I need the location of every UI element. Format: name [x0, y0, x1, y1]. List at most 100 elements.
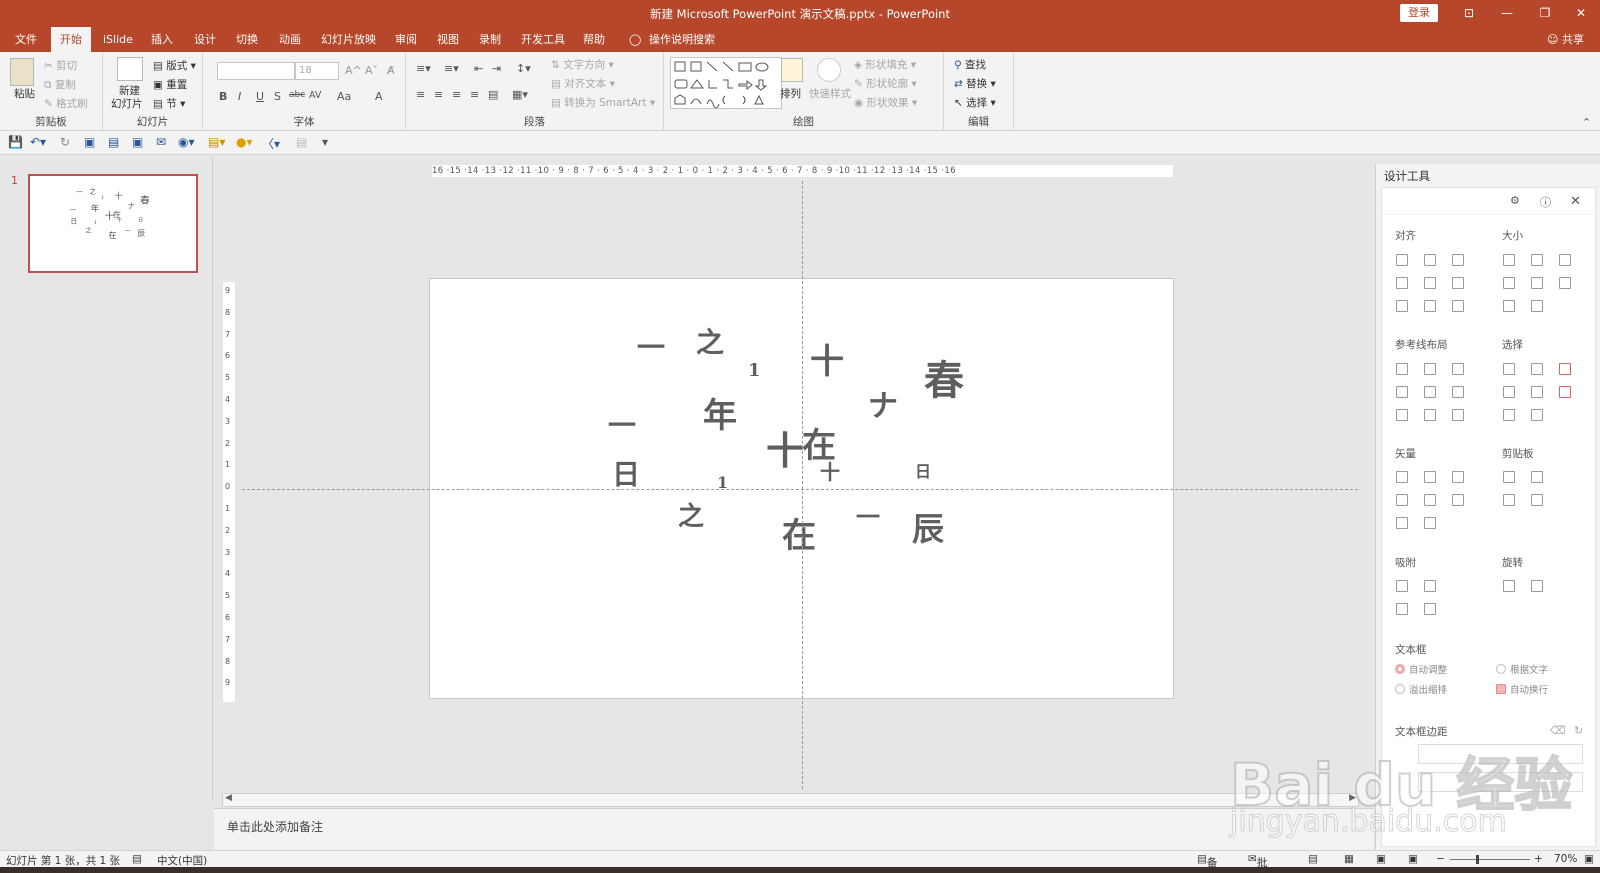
- design-tool-icon[interactable]: [1424, 363, 1436, 375]
- print-preview-icon[interactable]: ▤: [108, 135, 119, 149]
- design-tool-icon[interactable]: [1396, 363, 1408, 375]
- align-center-icon[interactable]: ≡: [434, 88, 443, 101]
- char-spacing-button[interactable]: AV: [309, 90, 321, 101]
- text-direction-button[interactable]: ⇅ 文字方向 ▾: [551, 57, 614, 72]
- tab-record[interactable]: 录制: [470, 27, 510, 52]
- normal-view-icon[interactable]: ▤: [1308, 853, 1318, 865]
- font-color-button[interactable]: A: [375, 90, 383, 103]
- notes-pane[interactable]: 单击此处添加备注: [214, 808, 1374, 850]
- design-tool-icon[interactable]: [1531, 471, 1543, 483]
- align-tool-icon[interactable]: ▤▾: [208, 135, 225, 149]
- quick-styles-button[interactable]: 快速样式: [809, 86, 851, 101]
- distributed-icon[interactable]: ▤: [488, 88, 498, 101]
- line-spacing-icon[interactable]: ↕▾: [516, 62, 531, 75]
- design-tool-icon[interactable]: [1452, 363, 1464, 375]
- increase-indent-icon[interactable]: ⇥: [492, 62, 501, 75]
- reading-view-icon[interactable]: ▣: [1376, 853, 1386, 865]
- design-tool-icon[interactable]: [1503, 409, 1515, 421]
- numbering-icon[interactable]: ≡▾: [444, 62, 459, 75]
- horizontal-scrollbar[interactable]: ◀ ▶: [222, 793, 1359, 807]
- design-tool-icon[interactable]: [1559, 277, 1571, 289]
- zoom-out-icon[interactable]: −: [1436, 853, 1445, 865]
- color-dot-icon[interactable]: ●▾: [236, 135, 253, 149]
- horizontal-guide[interactable]: [242, 489, 1358, 490]
- overflow-shrink-radio[interactable]: 溢出缩排: [1395, 682, 1447, 696]
- paste-button[interactable]: 粘贴: [14, 86, 35, 101]
- design-tool-icon[interactable]: [1452, 409, 1464, 421]
- refresh-icon[interactable]: ↻: [1574, 724, 1583, 737]
- design-tool-icon[interactable]: [1396, 277, 1408, 289]
- zoom-level[interactable]: 70%: [1554, 853, 1577, 865]
- slide-character[interactable]: 在: [802, 429, 836, 463]
- undo-icon[interactable]: ↶▾: [30, 135, 46, 149]
- tab-home[interactable]: 开始: [51, 27, 91, 52]
- tab-insert[interactable]: 插入: [142, 27, 182, 52]
- design-tool-icon[interactable]: [1424, 603, 1436, 615]
- slide-thumbnail[interactable]: 一之1十春一年ナ十在日1十日之在一辰: [28, 174, 198, 273]
- design-tool-icon[interactable]: [1424, 517, 1436, 529]
- underline-button[interactable]: U: [256, 90, 264, 103]
- design-tool-icon[interactable]: [1531, 363, 1543, 375]
- format-painter-button[interactable]: ✎ 格式刷: [44, 96, 88, 111]
- shape-fill-button[interactable]: ◈ 形状填充 ▾: [854, 57, 916, 72]
- columns-icon[interactable]: ▦▾: [512, 88, 528, 101]
- collapse-ribbon-icon[interactable]: ⌃: [1582, 116, 1591, 129]
- design-tool-icon[interactable]: [1452, 386, 1464, 398]
- design-tool-icon[interactable]: [1396, 603, 1408, 615]
- smartart-button[interactable]: ▤ 转换为 SmartArt ▾: [551, 95, 655, 110]
- auto-fit-radio[interactable]: 自动调整: [1395, 662, 1447, 676]
- tab-islide[interactable]: iSlide: [94, 27, 142, 52]
- slide-character[interactable]: 1: [748, 362, 761, 380]
- arrange-icon[interactable]: [781, 58, 803, 82]
- login-button[interactable]: 登录: [1400, 4, 1438, 22]
- slide-character[interactable]: 年: [703, 399, 737, 433]
- slide-character[interactable]: 十: [810, 345, 844, 379]
- new-slide-icon[interactable]: [117, 57, 143, 81]
- strikethrough-button[interactable]: abc: [289, 90, 305, 100]
- design-tool-icon[interactable]: [1531, 580, 1543, 592]
- design-tool-icon[interactable]: [1531, 409, 1543, 421]
- decrease-font-icon[interactable]: Aˇ: [365, 64, 378, 77]
- panel-close-icon[interactable]: ✕: [1570, 194, 1581, 209]
- design-tool-icon[interactable]: [1559, 386, 1571, 398]
- design-tool-icon[interactable]: [1396, 494, 1408, 506]
- slide-character[interactable]: 十: [766, 432, 804, 470]
- align-left-icon[interactable]: ≡: [416, 88, 425, 101]
- font-size-combo[interactable]: 18: [295, 62, 339, 80]
- ribbon-display-options-icon[interactable]: ⊡: [1454, 3, 1484, 23]
- vertical-guide[interactable]: [802, 181, 803, 789]
- design-tool-icon[interactable]: [1424, 277, 1436, 289]
- shape-outline-button[interactable]: ✎ 形状轮廓 ▾: [854, 76, 917, 91]
- slide-character[interactable]: 一: [637, 334, 665, 362]
- bold-button[interactable]: B: [219, 90, 227, 103]
- zoom-slider-thumb[interactable]: [1476, 855, 1479, 864]
- tab-view[interactable]: 视图: [428, 27, 468, 52]
- scroll-left-icon[interactable]: ◀: [225, 793, 232, 803]
- tab-slideshow[interactable]: 幻灯片放映: [312, 27, 385, 52]
- design-tool-icon[interactable]: [1424, 471, 1436, 483]
- language-status[interactable]: 中文(中国): [157, 853, 207, 868]
- design-tool-icon[interactable]: [1559, 254, 1571, 266]
- design-tool-icon[interactable]: [1503, 254, 1515, 266]
- design-tool-icon[interactable]: [1424, 494, 1436, 506]
- quick-styles-icon[interactable]: [817, 58, 841, 82]
- slide-character[interactable]: 日: [612, 461, 640, 489]
- design-tool-icon[interactable]: [1503, 471, 1515, 483]
- justify-icon[interactable]: ≡: [470, 88, 479, 101]
- bullets-icon[interactable]: ≡▾: [416, 62, 431, 75]
- minimize-button[interactable]: —: [1492, 3, 1522, 23]
- restore-button[interactable]: ❐: [1530, 3, 1560, 23]
- design-tool-icon[interactable]: [1503, 300, 1515, 312]
- design-tool-icon[interactable]: [1424, 580, 1436, 592]
- slide-character[interactable]: 日: [915, 464, 931, 480]
- select-button[interactable]: ↖ 选择 ▾: [954, 95, 996, 110]
- tab-file[interactable]: 文件: [6, 27, 46, 52]
- slide-character[interactable]: 一: [856, 505, 880, 529]
- shape-effects-button[interactable]: ◉ 形状效果 ▾: [854, 95, 917, 110]
- new-slide-label-2[interactable]: 幻灯片: [111, 96, 143, 111]
- design-tool-icon[interactable]: [1424, 409, 1436, 421]
- slideshow-icon[interactable]: ▣: [84, 135, 95, 149]
- design-tool-icon[interactable]: [1452, 300, 1464, 312]
- design-tool-icon[interactable]: [1396, 409, 1408, 421]
- zoom-in-icon[interactable]: +: [1534, 853, 1543, 865]
